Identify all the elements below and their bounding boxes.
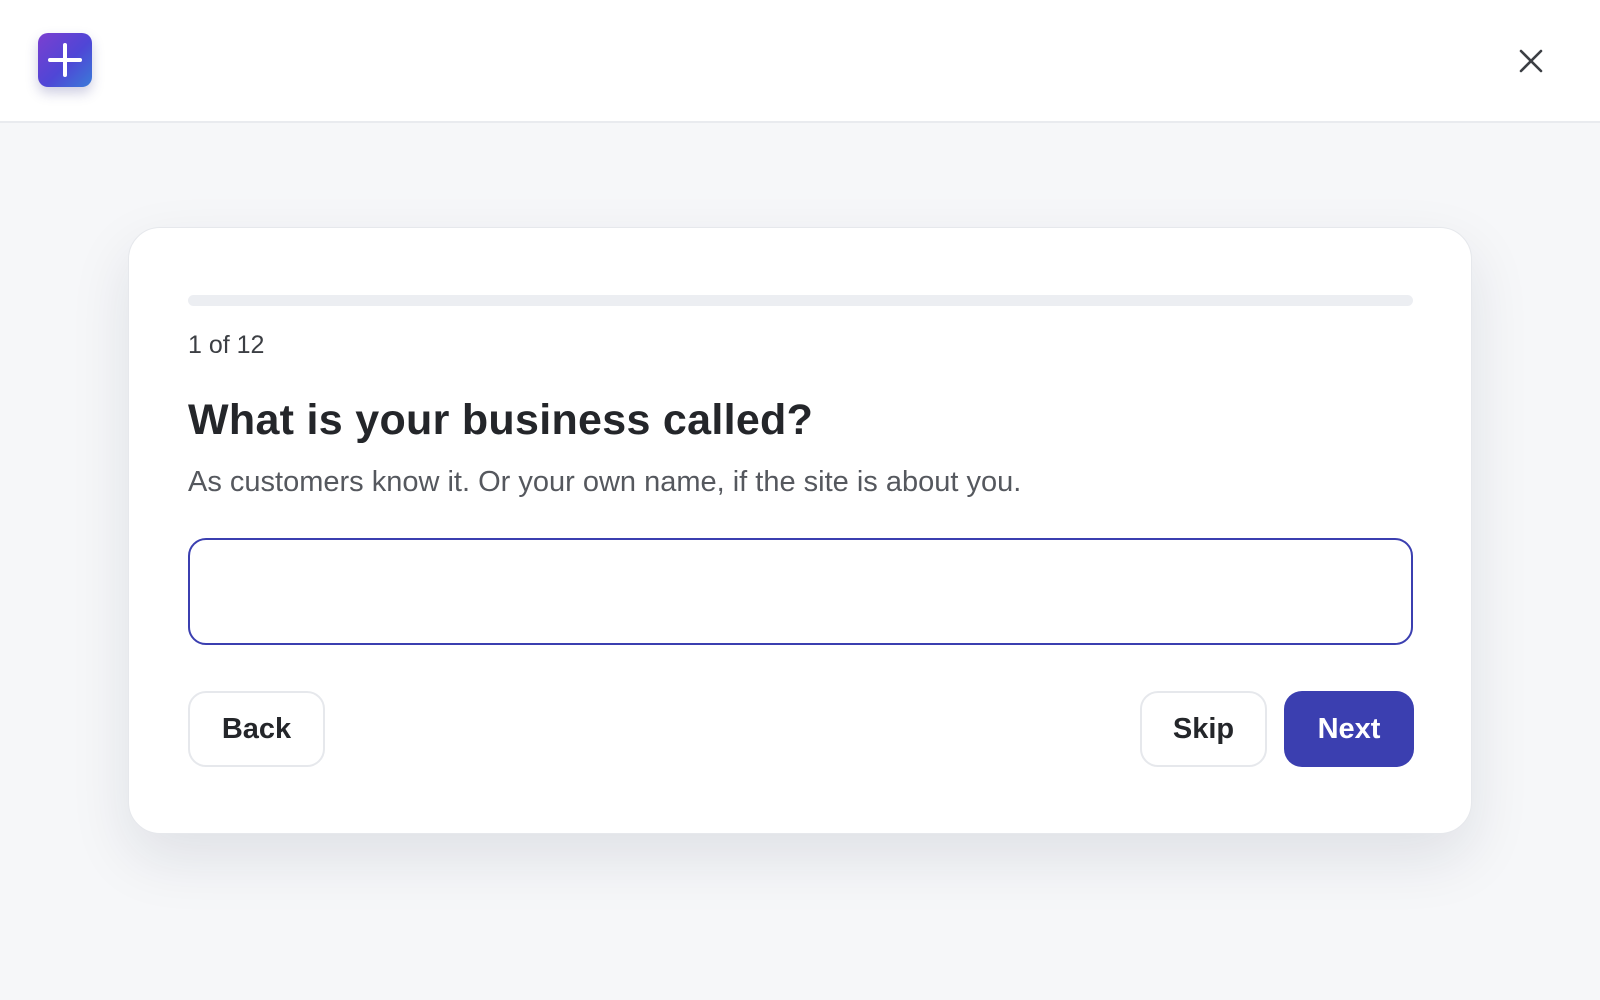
question-help-text: As customers know it. Or your own name, … xyxy=(188,466,1022,498)
wizard-card: 1 of 12 What is your business called? As… xyxy=(128,227,1472,834)
step-counter: 1 of 12 xyxy=(188,331,265,359)
close-button[interactable] xyxy=(1512,42,1550,80)
back-button[interactable]: Back xyxy=(188,691,325,767)
progress-bar xyxy=(188,295,1413,306)
skip-button[interactable]: Skip xyxy=(1140,691,1267,767)
top-bar xyxy=(0,0,1600,123)
question-title: What is your business called? xyxy=(188,396,814,444)
plus-icon xyxy=(48,43,82,77)
app-logo[interactable] xyxy=(38,33,92,87)
business-name-input[interactable] xyxy=(188,538,1413,645)
close-icon xyxy=(1519,49,1543,73)
next-button[interactable]: Next xyxy=(1284,691,1414,767)
